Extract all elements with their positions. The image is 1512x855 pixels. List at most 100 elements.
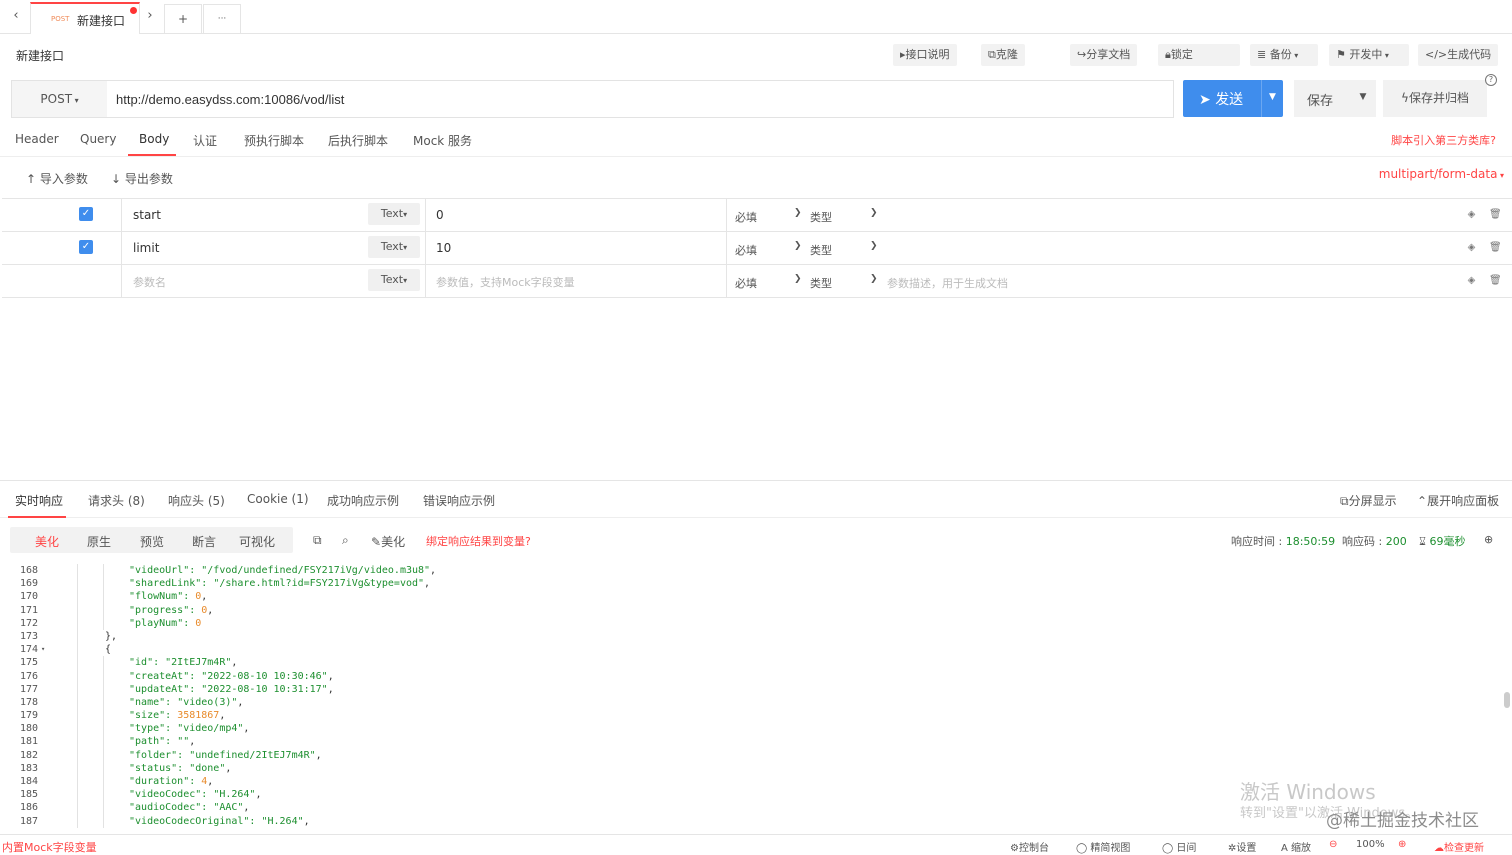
bind-response-link[interactable]: 绑定响应结果到变量? [426, 533, 531, 549]
tab-pre-script[interactable]: 预执行脚本 [244, 132, 304, 149]
cube-icon[interactable]: ◈ [1466, 209, 1477, 220]
param-required-select[interactable]: 必填 [735, 275, 757, 291]
chevron-up-icon: ⌃ [1417, 494, 1428, 508]
indent-guide [77, 775, 78, 789]
chevron-down-icon[interactable]: ❯ [870, 274, 878, 284]
api-doc-button[interactable]: ▸接口说明 [893, 44, 957, 66]
clone-button[interactable]: ⧉克隆 [981, 44, 1025, 66]
indent-guide [103, 695, 104, 710]
view-raw[interactable]: 原生 [87, 533, 111, 550]
share-icon: ↪ [1077, 48, 1087, 61]
trash-icon[interactable]: 🗑︎ [1489, 209, 1502, 220]
mock-vars-link[interactable]: 内置Mock字段变量 [2, 839, 97, 855]
tab-header[interactable]: Header [15, 132, 59, 146]
json-value: 3581867 [177, 710, 220, 722]
tab-cookie[interactable]: Cookie (1) [247, 492, 309, 506]
chevron-right-icon[interactable]: › [140, 6, 160, 26]
json-comma: , [219, 710, 226, 722]
zoom-out-icon[interactable]: ⊖ [1329, 839, 1337, 850]
param-type-dropdown[interactable]: Text▾ [368, 269, 420, 291]
chevron-down-icon[interactable]: ❯ [794, 274, 802, 284]
download-icon[interactable]: ⊕ [1484, 533, 1493, 546]
tab-query[interactable]: Query [80, 132, 116, 146]
send-dropdown-caret[interactable]: ▼ [1261, 80, 1283, 117]
param-required-select[interactable]: 必填 [735, 242, 757, 258]
param-name[interactable]: limit [133, 241, 159, 255]
fold-caret-icon[interactable]: ▾ [41, 643, 45, 656]
param-checkbox[interactable]: ✓ [79, 240, 93, 254]
param-value[interactable]: 0 [436, 208, 444, 222]
content-type-dropdown[interactable]: multipart/form-data ▾ [1379, 167, 1504, 181]
more-tabs-button[interactable]: ··· [203, 4, 241, 34]
generate-code-button[interactable]: </>生成代码 [1418, 44, 1498, 66]
json-comma: , [207, 776, 214, 787]
view-preview[interactable]: 预览 [140, 533, 164, 550]
tab-success-example[interactable]: 成功响应示例 [327, 492, 399, 509]
beautify-button[interactable]: ✎美化 [371, 533, 405, 550]
view-pretty[interactable]: 美化 [35, 533, 59, 550]
json-colon: ": [177, 591, 196, 603]
third-party-lib-link[interactable]: 脚本引入第三方类库? [1391, 132, 1496, 148]
line-number: 170 [20, 591, 39, 603]
save-button[interactable]: 保存 ▼ [1294, 80, 1376, 117]
chevron-down-icon[interactable]: ❯ [870, 241, 878, 251]
param-name[interactable]: start [133, 208, 161, 222]
param-kind-select[interactable]: 类型 [810, 242, 832, 258]
trash-icon[interactable]: 🗑︎ [1489, 275, 1502, 286]
expand-panel-button[interactable]: ⌃展开响应面板 [1417, 492, 1499, 509]
param-checkbox[interactable]: ✓ [79, 207, 93, 221]
help-icon[interactable]: ? [1485, 74, 1497, 86]
save-archive-button[interactable]: ϟ保存并归档 [1383, 80, 1487, 117]
param-type-dropdown[interactable]: Text▾ [368, 236, 420, 258]
tab-error-example[interactable]: 错误响应示例 [423, 492, 495, 509]
url-input[interactable] [116, 81, 1166, 117]
split-view-button[interactable]: ⧉分屏显示 [1340, 492, 1397, 509]
save-dropdown-caret[interactable]: ▼ [1350, 80, 1376, 117]
tab-body[interactable]: Body [139, 132, 169, 146]
param-value[interactable]: 10 [436, 241, 451, 255]
copy-icon[interactable]: ⧉ [313, 533, 322, 548]
import-params-button[interactable]: ↑ 导入参数 [26, 170, 88, 187]
tab-response-headers[interactable]: 响应头 (5) [168, 492, 225, 509]
indent-guide [77, 814, 78, 828]
code-line: 173}, [0, 629, 1512, 644]
param-kind-select[interactable]: 类型 [810, 275, 832, 291]
param-kind-select[interactable]: 类型 [810, 209, 832, 225]
param-value-placeholder[interactable]: 参数值，支持Mock字段变量 [436, 274, 575, 290]
chevron-down-icon[interactable]: ❯ [870, 208, 878, 218]
param-type-dropdown[interactable]: Text▾ [368, 203, 420, 225]
tab-mock[interactable]: Mock 服务 [413, 132, 472, 149]
view-assert[interactable]: 断言 [192, 533, 216, 550]
tab-request-headers[interactable]: 请求头 (8) [88, 492, 145, 509]
hourglass-icon: ⌛︎ [1419, 535, 1430, 548]
add-tab-button[interactable]: + [164, 4, 202, 34]
search-icon[interactable]: ⌕ [342, 533, 349, 548]
send-button[interactable]: ➤ 发送 ▼ [1183, 80, 1283, 117]
backup-dropdown[interactable]: ≣ 备份 ▾ [1250, 44, 1318, 66]
method-select[interactable]: POST ▾ [12, 81, 107, 117]
tab-live-response[interactable]: 实时响应 [15, 492, 63, 509]
param-desc-placeholder[interactable]: 参数描述，用于生成文档 [887, 275, 1008, 291]
param-required-select[interactable]: 必填 [735, 209, 757, 225]
chevron-left-icon[interactable]: ‹ [6, 6, 26, 26]
trash-icon[interactable]: 🗑︎ [1489, 242, 1502, 253]
copy-icon: ⧉ [988, 48, 996, 61]
param-name-placeholder[interactable]: 参数名 [133, 274, 166, 290]
indent-guide [103, 656, 104, 670]
indent-guide [103, 577, 104, 591]
share-doc-button[interactable]: ↪分享文档 [1070, 44, 1138, 66]
export-params-button[interactable]: ↓ 导出参数 [111, 170, 173, 187]
status-dropdown[interactable]: ⚑ 开发中 ▾ [1329, 44, 1409, 66]
cube-icon[interactable]: ◈ [1466, 275, 1477, 286]
tab-post-script[interactable]: 后执行脚本 [328, 132, 388, 149]
tab-new-api[interactable]: POST 新建接口 [30, 2, 140, 34]
cube-icon[interactable]: ◈ [1466, 242, 1477, 253]
tab-auth[interactable]: 认证 [193, 132, 217, 149]
chevron-down-icon[interactable]: ❯ [794, 208, 802, 218]
chevron-down-icon[interactable]: ❯ [794, 241, 802, 251]
view-visualize[interactable]: 可视化 [239, 533, 275, 550]
code-scrollbar[interactable] [1504, 692, 1510, 708]
zoom-in-icon[interactable]: ⊕ [1398, 839, 1406, 850]
lock-button[interactable]: 🔒︎锁定 [1158, 44, 1240, 66]
code-icon: </> [1425, 48, 1448, 61]
